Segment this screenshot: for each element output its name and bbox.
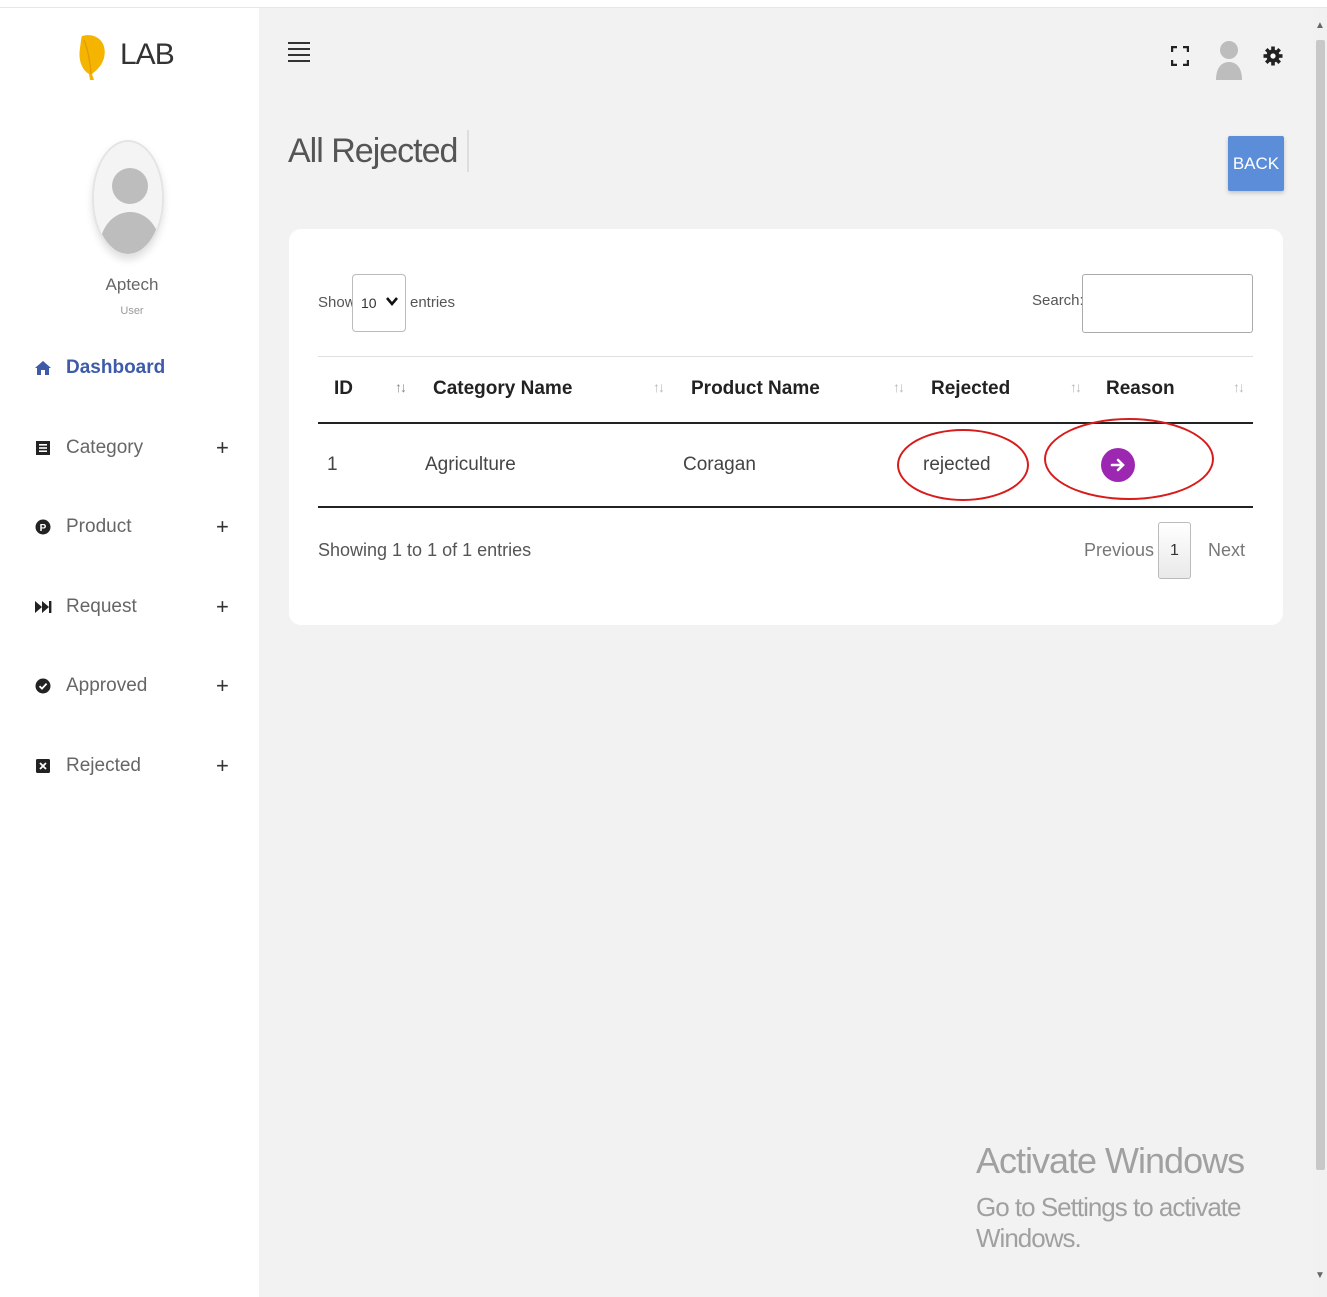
search-label: Search: [1032,292,1084,309]
sidebar-item-label: Rejected [66,755,141,776]
column-header-product[interactable]: Product Name ↑↓ [673,356,913,424]
hamburger-icon[interactable] [288,42,310,64]
sort-icon: ↑↓ [1070,379,1082,395]
activate-windows-title: Activate Windows [976,1140,1245,1181]
table-header-row: ID ↑↓ Category Name ↑↓ Product Name ↑↓ R… [318,356,1253,424]
avatar-placeholder-icon [94,142,162,254]
sidebar-item-label: Approved [66,675,148,696]
sort-icon: ↑↓ [653,379,665,395]
sidebar-item-rejected[interactable]: Rejected + [34,750,234,782]
entries-length-select[interactable]: 10 [352,274,406,332]
cell-product: Coragan [673,422,913,508]
column-header-category[interactable]: Category Name ↑↓ [415,356,673,424]
profile-name: Aptech [105,275,159,294]
leaf-logo-icon [79,35,105,80]
product-icon: P [34,518,52,536]
sidebar-item-dashboard[interactable]: Dashboard [34,352,234,384]
profile-role: User [120,305,144,317]
rejected-table-card: Show 10 entries Search: ID ↑↓ Category N… [289,229,1283,625]
entries-label: entries [410,294,456,311]
scroll-thumb[interactable] [1316,40,1325,1170]
cell-id: 1 [318,422,415,508]
sidebar-item-category[interactable]: Category + [34,432,234,464]
back-button[interactable]: BACK [1228,136,1284,191]
vertical-scrollbar[interactable]: ▲ ▼ [1313,8,1327,1297]
table-info: Showing 1 to 1 of 1 entries [318,540,532,560]
user-icon[interactable] [1214,38,1244,82]
list-icon [34,439,52,457]
profile-avatar[interactable] [92,140,164,256]
fast-forward-icon [34,598,52,616]
sidebar-item-label: Dashboard [66,357,166,378]
activate-windows-subtitle: Go to Settings to activate Windows. [976,1192,1242,1253]
entries-length-value: 10 [361,295,377,311]
expand-icon[interactable]: + [216,435,229,461]
sidebar-item-approved[interactable]: Approved + [34,670,234,702]
sidebar-item-label: Product [66,516,132,537]
scroll-up-icon[interactable]: ▲ [1315,20,1325,31]
sort-icon: ↑↓ [1233,379,1245,395]
check-circle-icon [34,677,52,695]
highlight-rejected-circle [897,429,1029,501]
sidebar-item-product[interactable]: P Product + [34,511,234,543]
brand-name: LAB [120,38,175,71]
page-title: All Rejected [288,130,470,172]
sidebar-item-label: Category [66,437,144,458]
home-icon [34,359,52,377]
show-label: Show [318,294,356,311]
column-header-rejected[interactable]: Rejected ↑↓ [913,356,1090,424]
cell-category: Agriculture [415,422,673,508]
brand[interactable]: LAB [78,30,175,80]
sort-asc-icon: ↑↓ [395,379,407,395]
column-header-id[interactable]: ID ↑↓ [318,356,415,424]
previous-page-button[interactable]: Previous [1084,540,1154,561]
sort-icon: ↑↓ [893,379,905,395]
search-input[interactable] [1082,274,1253,333]
expand-icon[interactable]: + [216,753,229,779]
page-1-button[interactable]: 1 [1158,522,1191,579]
sidebar-item-request[interactable]: Request + [34,591,234,623]
svg-text:P: P [40,523,47,534]
fullscreen-icon[interactable] [1170,46,1190,66]
view-reason-button[interactable] [1101,448,1135,482]
column-header-reason[interactable]: Reason ↑↓ [1090,356,1253,424]
top-border [0,0,1327,8]
x-square-icon [34,757,52,775]
next-page-button[interactable]: Next [1208,540,1245,561]
gear-icon[interactable] [1262,45,1284,67]
sidebar: LAB Aptech User Dashboard Category + P P… [0,8,259,1297]
chevron-down-icon [386,297,398,307]
scroll-down-icon[interactable]: ▼ [1315,1270,1325,1281]
arrow-right-icon [1110,458,1125,472]
sidebar-item-label: Request [66,596,137,617]
expand-icon[interactable]: + [216,673,229,699]
expand-icon[interactable]: + [216,594,229,620]
expand-icon[interactable]: + [216,514,229,540]
